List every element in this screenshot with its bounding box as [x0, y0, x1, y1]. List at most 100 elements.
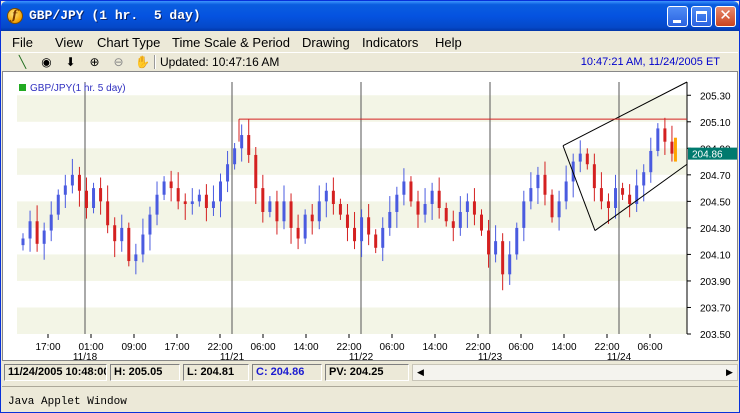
candle-up: [522, 201, 526, 228]
y-tick-label: 205.30: [700, 91, 731, 102]
menu-time-scale[interactable]: Time Scale & Period: [172, 35, 290, 50]
candle-up: [70, 174, 74, 186]
candle-down: [409, 181, 413, 202]
title-bar[interactable]: ƒ GBP/JPY (1 hr. 5 day) ✕: [1, 1, 739, 31]
candle-up: [642, 172, 646, 186]
down-arrow-tool-icon[interactable]: ⬇: [62, 54, 79, 70]
zoom-in-icon[interactable]: ⊕: [86, 54, 103, 70]
current-candle: [673, 137, 677, 162]
candle-down: [99, 188, 103, 202]
grid-band: [17, 201, 687, 228]
menu-drawing[interactable]: Drawing: [302, 35, 350, 50]
zoom-out-icon[interactable]: ⊖: [110, 54, 127, 70]
candle-down: [367, 217, 371, 235]
x-tick-label: 06:00: [379, 342, 404, 353]
candle-up: [211, 201, 215, 208]
candle-down: [606, 201, 610, 208]
close-button[interactable]: ✕: [715, 6, 736, 27]
menu-chart-type[interactable]: Chart Type: [97, 35, 160, 50]
candle-up: [564, 181, 568, 202]
candle-up: [197, 194, 201, 202]
candle-up: [395, 194, 399, 212]
candle-down: [374, 234, 378, 248]
status-high: H: 205.05: [110, 364, 180, 381]
horizontal-scrollbar[interactable]: ◀ ▶: [412, 364, 738, 381]
candle-down: [599, 188, 603, 202]
candle-up: [557, 201, 561, 218]
candle-down: [487, 230, 491, 255]
candle-up: [120, 227, 124, 242]
candle-down: [472, 201, 476, 215]
grid-band: [17, 254, 687, 281]
candle-down: [106, 201, 110, 226]
candle-up: [381, 227, 385, 248]
candlestick-chart[interactable]: 17:00 01:00 09:00 17:00 22:00 06:00 14:00 22:00…: [3, 72, 737, 360]
status-low: L: 204.81: [183, 364, 249, 381]
status-close: C: 204.86: [252, 364, 322, 381]
candle-down: [550, 194, 554, 218]
date-label: 11/23: [478, 352, 503, 360]
candle-down: [35, 221, 39, 244]
toolbar-separator: [154, 55, 156, 69]
y-tick-label: 203.70: [700, 303, 731, 314]
y-tick-label: 204.10: [700, 250, 731, 261]
candle-up: [141, 234, 145, 255]
candle-up: [240, 135, 244, 149]
legend-swatch: [19, 84, 26, 91]
y-tick-label: 205.10: [700, 118, 731, 129]
crosshair-tool-icon[interactable]: ◉: [38, 54, 55, 70]
candle-down: [451, 221, 455, 228]
grid-band: [17, 95, 687, 122]
date-label: 11/18: [73, 352, 98, 360]
candle-down: [353, 227, 357, 242]
candle-down: [543, 174, 547, 195]
y-tick-label: 204.30: [700, 224, 731, 235]
candle-up: [388, 211, 392, 228]
status-pv: PV: 204.25: [325, 364, 409, 381]
candle-down: [345, 214, 349, 228]
candle-up: [317, 201, 321, 222]
maximize-button[interactable]: [691, 6, 712, 27]
line-tool-icon[interactable]: ╲: [14, 54, 31, 70]
menu-file[interactable]: File: [12, 35, 33, 50]
menu-view[interactable]: View: [55, 35, 83, 50]
legend-label: GBP/JPY(1 hr. 5 day): [30, 83, 126, 94]
candle-down: [289, 201, 293, 228]
menu-help[interactable]: Help: [435, 35, 462, 50]
candle-up: [92, 188, 96, 208]
candle-down: [663, 128, 667, 142]
updated-time: Updated: 10:47:16 AM: [160, 55, 280, 69]
app-window: ƒ GBP/JPY (1 hr. 5 day) ✕ File View Char…: [0, 0, 740, 413]
app-logo-icon: ƒ: [7, 8, 23, 24]
menu-indicators[interactable]: Indicators: [362, 35, 418, 50]
candle-up: [56, 194, 60, 215]
menu-bar: File View Chart Type Time Scale & Period…: [2, 32, 738, 52]
candle-up: [465, 201, 469, 212]
scroll-left-icon[interactable]: ◀: [413, 365, 428, 380]
x-tick-label: 14:00: [422, 342, 447, 353]
candle-down: [592, 164, 596, 189]
y-tick-label: 204.50: [700, 197, 731, 208]
date-label: 11/24: [607, 352, 632, 360]
candle-up: [649, 150, 653, 173]
candle-up: [578, 153, 582, 162]
date-label: 11/21: [220, 352, 245, 360]
minimize-button[interactable]: [667, 6, 688, 27]
candle-up: [515, 227, 519, 255]
pan-hand-icon[interactable]: ✋: [134, 54, 151, 70]
candle-up: [268, 201, 272, 212]
y-tick-label: 203.50: [700, 330, 731, 341]
scroll-right-icon[interactable]: ▶: [722, 365, 737, 380]
x-tick-label: 09:00: [121, 342, 146, 353]
candle-up: [219, 181, 223, 202]
candle-up: [21, 238, 25, 246]
candle-down: [247, 135, 251, 155]
candle-up: [303, 214, 307, 239]
candle-down: [169, 181, 173, 189]
chart-area[interactable]: 17:00 01:00 09:00 17:00 22:00 06:00 14:00 22:00…: [2, 71, 738, 361]
candle-down: [437, 190, 441, 208]
candle-up: [28, 221, 32, 239]
candle-down: [416, 201, 420, 215]
x-tick-label: 17:00: [35, 342, 60, 353]
market-clock: 10:47:21 AM, 11/24/2005 ET: [580, 56, 720, 68]
